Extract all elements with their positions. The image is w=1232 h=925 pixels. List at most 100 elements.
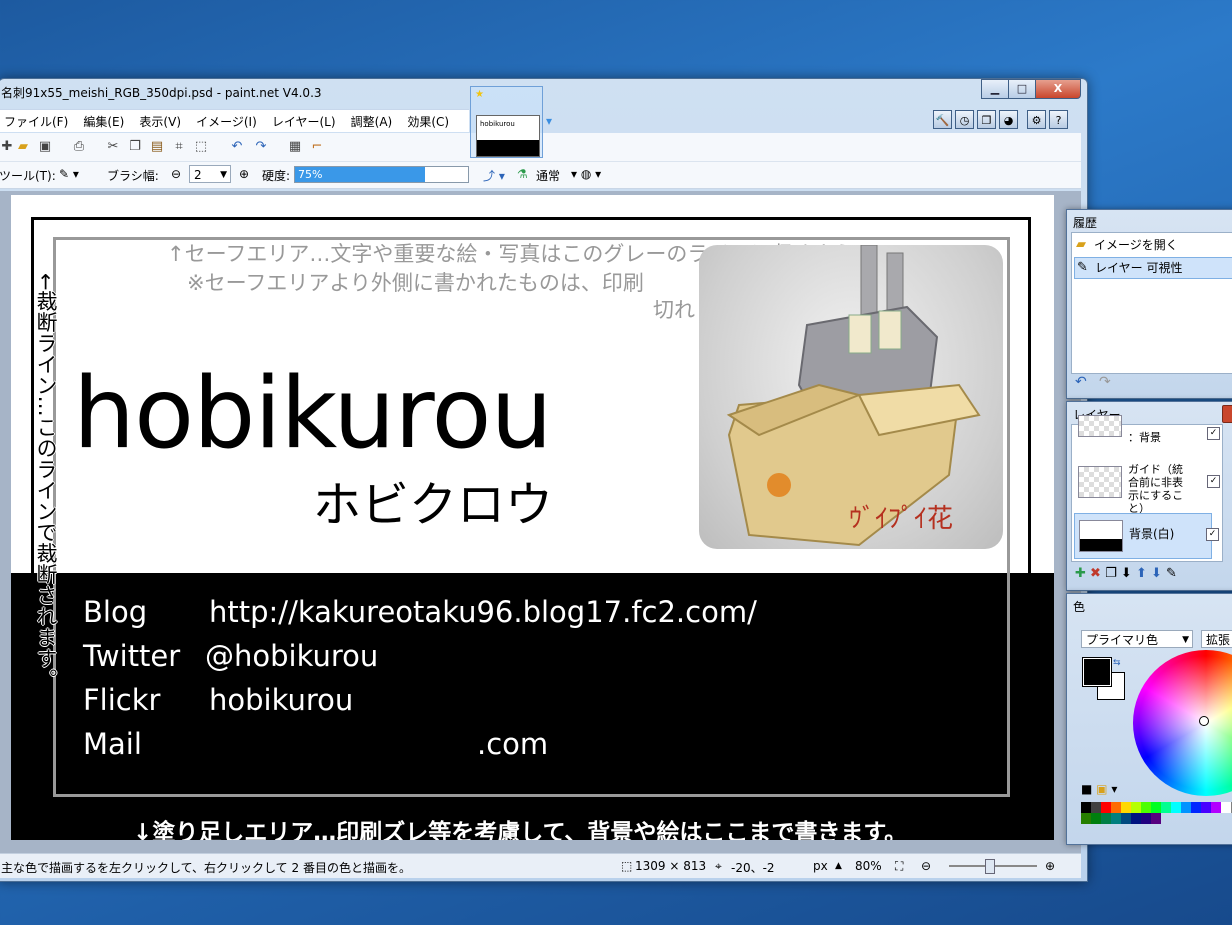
layer-visibility-checkbox[interactable]: ✓ — [1207, 427, 1220, 440]
color-wheel-cursor[interactable] — [1199, 716, 1209, 726]
tools-panel-icon[interactable]: 🔨 — [933, 110, 952, 129]
add-layer-icon[interactable]: ✚ — [1075, 566, 1086, 581]
paste-icon[interactable]: ▤ — [149, 139, 165, 155]
deselect-icon[interactable]: ⬚ — [193, 139, 209, 155]
layers-panel-icon[interactable]: ❐ — [977, 110, 996, 129]
history-undo-icon[interactable]: ↶ — [1075, 374, 1087, 390]
zoom-value: 80% — [855, 859, 882, 873]
history-item-open[interactable]: ▰ イメージを開く — [1074, 235, 1232, 255]
brush-width-select[interactable]: 2 ▼ — [189, 165, 231, 183]
unsaved-star-icon: ★ — [475, 89, 484, 100]
color-wheel[interactable] — [1133, 650, 1232, 796]
menu-layers[interactable]: レイヤー(L) — [267, 110, 341, 130]
merge-down-icon[interactable]: ⬇ — [1121, 566, 1132, 581]
zoom-slider[interactable] — [949, 859, 1037, 874]
settings-icon[interactable]: ⚙ — [1027, 110, 1046, 129]
layers-list: ：背景 ✓ ガイド（統合前に非表示にすること） ✓ 背景(白) ✓ — [1071, 415, 1223, 562]
brush-width-value: 2 — [194, 168, 202, 182]
unit-select[interactable]: px — [813, 859, 828, 873]
grid-icon[interactable]: ▦ — [287, 139, 303, 155]
zoom-fit-icon[interactable]: ⛶ — [895, 859, 903, 874]
help-icon[interactable]: ? — [1049, 110, 1068, 129]
blend-mode-select[interactable]: 通常 — [536, 167, 560, 184]
status-hint: 主な色で描画するを左クリックして、右クリックして 2 番目の色と描画を。 — [1, 861, 411, 875]
minimize-button[interactable]: ▁ — [981, 79, 1009, 99]
title-bar[interactable]: 名刺91x55_meishi_RGB_350dpi.psd - paint.ne… — [0, 79, 1087, 105]
zoom-out-icon[interactable]: ⊖ — [921, 859, 931, 873]
layer-actions: ✚ ✖ ❐ ⬇ ⬆ ⬇ ✎ — [1075, 566, 1177, 581]
layers-close-icon[interactable] — [1222, 405, 1232, 423]
history-item-label: レイヤー 可視性 — [1095, 261, 1183, 275]
menu-adjustments[interactable]: 調整(A) — [346, 110, 398, 130]
layer-thumbnail — [1078, 466, 1122, 498]
menu-edit[interactable]: 編集(E) — [78, 110, 129, 130]
image-size: 1309 × 813 — [635, 859, 707, 873]
open-image-icon: ▰ — [1076, 237, 1086, 252]
blend-mode-icon: ⚗ — [517, 167, 528, 181]
layer-visibility-checkbox[interactable]: ✓ — [1207, 475, 1220, 488]
tool-label: ツール(T): — [0, 169, 56, 183]
zoom-in-icon[interactable]: ⊕ — [1045, 859, 1055, 873]
layer-item-bg-top[interactable]: ：背景 ✓ — [1074, 415, 1220, 447]
maximize-button[interactable]: □ — [1008, 79, 1036, 99]
layer-item-guide[interactable]: ガイド（統合前に非表示にすること） ✓ — [1074, 459, 1220, 515]
undo-icon[interactable]: ↶ — [229, 139, 245, 155]
history-list: ▰ イメージを開く ✎ レイヤー 可視性 — [1071, 232, 1232, 374]
color-mode-value: プライマリ色 — [1086, 633, 1159, 647]
menu-effects[interactable]: 効果(C) — [402, 110, 454, 130]
menu-file[interactable]: ファイル(F) — [0, 110, 73, 130]
hardness-label: 硬度: — [262, 169, 291, 183]
layer-item-white-bg[interactable]: 背景(白) ✓ — [1074, 513, 1219, 559]
crop-icon[interactable]: ⌗ — [171, 139, 187, 155]
cursor-position: -20、-2 — [731, 861, 775, 875]
antialias-icon[interactable]: ⤴ ▾ — [483, 167, 505, 184]
business-card-canvas[interactable]: ↑セーフエリア…文字や重要な絵・写真はこのグレーのラインに収めよう ※セーフエリ… — [11, 195, 1054, 840]
color-mode-select[interactable]: プライマリ色 ▼ — [1081, 630, 1193, 648]
history-panel-icon[interactable]: ◷ — [955, 110, 974, 129]
open-icon[interactable]: ▰ — [15, 139, 31, 155]
hardness-slider[interactable]: 75% — [294, 166, 469, 183]
increase-width-icon[interactable]: ⊕ — [239, 167, 249, 181]
cut-icon[interactable]: ✂ — [105, 139, 121, 155]
layer-thumbnail — [1079, 520, 1123, 552]
more-colors-button[interactable]: 拡張 — [1201, 630, 1232, 648]
save-icon[interactable]: ▣ — [37, 139, 53, 155]
delete-layer-icon[interactable]: ✖ — [1090, 566, 1101, 581]
close-button[interactable]: X — [1035, 79, 1081, 99]
menu-view[interactable]: 表示(V) — [134, 110, 186, 130]
cursor-icon: ⌖ — [715, 859, 722, 873]
canvas-area[interactable]: ↑セーフエリア…文字や重要な絵・写真はこのグレーのラインに収めよう ※セーフエリ… — [0, 191, 1081, 857]
menu-image[interactable]: イメージ(I) — [191, 110, 262, 130]
move-down-icon[interactable]: ⬇ — [1151, 566, 1162, 581]
brush-tool-icon[interactable]: ✎ ▾ — [59, 167, 79, 181]
layer-properties-icon[interactable]: ✎ — [1166, 566, 1177, 581]
move-up-icon[interactable]: ⬆ — [1136, 566, 1147, 581]
palette-icons[interactable]: ■ ▣ ▾ — [1081, 782, 1117, 796]
history-panel: 履歴 ▰ イメージを開く ✎ レイヤー 可視性 ↶ ↷ — [1066, 209, 1232, 399]
blend-dropdown-icon[interactable]: ▾ ◍ ▾ — [571, 167, 601, 181]
new-icon[interactable]: ✚ — [0, 139, 15, 155]
chevron-down-icon: ▼ — [1182, 635, 1189, 645]
duplicate-layer-icon[interactable]: ❐ — [1105, 566, 1117, 581]
unit-dropdown-icon[interactable]: ▲ — [835, 861, 842, 871]
history-redo-icon[interactable]: ↷ — [1099, 374, 1111, 390]
swap-colors-icon[interactable]: ⇆ — [1113, 658, 1121, 668]
ruler-icon[interactable]: ⌐ — [309, 139, 325, 155]
copy-icon[interactable]: ❐ — [127, 139, 143, 155]
color-palette[interactable] — [1081, 802, 1232, 824]
open-image-tab[interactable]: ★ hobikurou — [470, 86, 543, 158]
status-bar: 主な色で描画するを左クリックして、右クリックして 2 番目の色と描画を。 ⬚ 1… — [0, 853, 1081, 878]
primary-color-swatch[interactable] — [1082, 657, 1112, 687]
layer-visibility-checkbox[interactable]: ✓ — [1206, 528, 1219, 541]
history-item-layer-visibility[interactable]: ✎ レイヤー 可視性 — [1074, 257, 1232, 279]
zoom-slider-knob[interactable] — [985, 859, 995, 874]
brush-width-label: ブラシ幅: — [107, 169, 159, 183]
decrease-width-icon[interactable]: ⊖ — [171, 167, 181, 181]
colors-panel-icon[interactable]: ◕ — [999, 110, 1018, 129]
image-list-dropdown-icon[interactable]: ▾ — [546, 114, 552, 128]
panel-toggles: 🔨 ◷ ❐ ◕ ⚙ ? — [933, 110, 1068, 129]
print-icon[interactable]: ⎙ — [71, 139, 87, 155]
redo-icon[interactable]: ↷ — [253, 139, 269, 155]
layer-thumbnail — [1078, 415, 1122, 437]
image-size-icon: ⬚ — [621, 859, 633, 873]
